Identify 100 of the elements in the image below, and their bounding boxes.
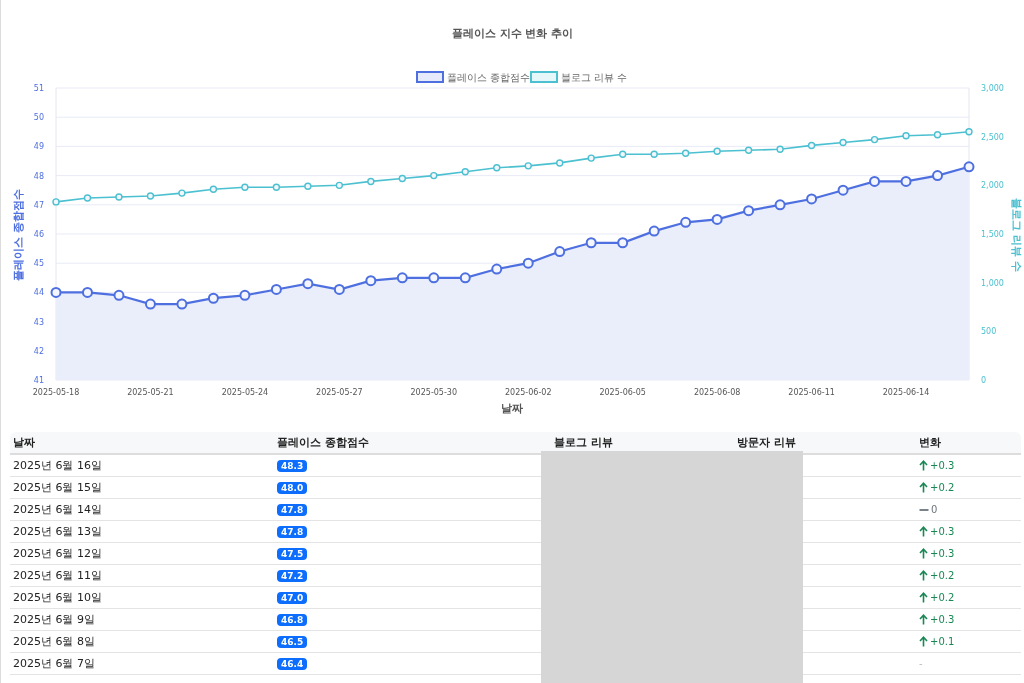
axis-label: 41: [33, 376, 44, 385]
axis-label: 46: [33, 230, 44, 239]
point: [270, 283, 282, 295]
point: [398, 174, 407, 183]
axis-label: 43: [33, 317, 44, 327]
score-badge: 47.5: [277, 547, 308, 560]
axis-label: 2025-05-21: [127, 388, 174, 397]
point: [806, 193, 818, 205]
point: [618, 150, 627, 158]
point: [524, 162, 532, 170]
axis-label: 42: [33, 346, 44, 356]
axis-label: 2025-06-14: [882, 388, 930, 397]
up-arrow-icon: [919, 592, 928, 603]
change-value: +0.2: [930, 482, 955, 493]
point: [491, 263, 503, 275]
point: [333, 283, 345, 295]
axis-label: 1,500: [981, 230, 1004, 239]
date-cell-text: 2025년 6월 12일: [12, 546, 103, 561]
change-value: -: [919, 658, 923, 669]
up-arrow-icon: [919, 526, 928, 537]
legend-label[interactable]: 블로그 리뷰 수: [561, 72, 628, 83]
axis-title: 블로그 리뷰 수: [1010, 198, 1023, 272]
point: [367, 177, 375, 186]
legend-label[interactable]: 플레이스 종합점수: [447, 72, 531, 83]
point: [81, 286, 93, 298]
point: [870, 135, 879, 144]
axis-label: 51: [33, 84, 44, 93]
point: [430, 171, 438, 180]
axis-label: 2025-05-18: [32, 388, 80, 397]
score-badge: 47.8: [277, 525, 308, 538]
date-cell-text: 2025년 6월 10일: [12, 590, 103, 605]
change-value: +0.3: [930, 548, 955, 559]
point: [428, 272, 440, 284]
up-arrow-icon: [919, 636, 928, 647]
axis-title: 날짜: [501, 402, 523, 415]
score-badge: 48.0: [277, 481, 308, 494]
column-header: 방문자 리뷰: [736, 435, 797, 450]
axis-label: 2025-06-02: [505, 388, 552, 397]
date-cell-text: 2025년 6월 11일: [12, 568, 103, 583]
up-arrow-icon: [919, 548, 928, 559]
score-badge: 46.8: [277, 613, 308, 626]
point: [587, 154, 595, 162]
axis-label: 45: [33, 259, 44, 269]
point: [304, 182, 312, 191]
date-cell-text: 2025년 6월 16일: [12, 458, 103, 473]
point: [839, 138, 847, 147]
point: [963, 161, 975, 173]
point: [744, 146, 753, 154]
date-cell-text: 2025년 6월 8일: [12, 634, 96, 649]
point: [932, 170, 944, 182]
point: [207, 292, 219, 304]
point: [585, 237, 597, 249]
point: [554, 246, 566, 258]
change-value: +0.3: [930, 614, 955, 625]
axis-label: 44: [33, 288, 44, 298]
axis-label: 47: [33, 200, 44, 210]
score-badge: 47.8: [277, 503, 308, 516]
date-cell-text: 2025년 6월 13일: [12, 524, 103, 539]
column-header: 플레이스 종합점수: [276, 435, 370, 450]
point: [900, 175, 912, 187]
point: [209, 185, 218, 193]
axis-label: 2025-06-08: [693, 388, 741, 397]
change-value: +0.2: [930, 570, 955, 581]
point: [302, 278, 314, 290]
axis-label: 49: [33, 142, 44, 152]
column-header: 블로그 리뷰: [553, 435, 614, 450]
date-cell-text: 2025년 6월 14일: [12, 502, 103, 517]
point: [837, 184, 849, 196]
point: [461, 168, 469, 176]
point: [617, 237, 629, 249]
axis-title: 플레이스 종합점수: [12, 189, 25, 281]
score-badge: 46.5: [277, 635, 308, 648]
point: [146, 192, 155, 200]
point: [711, 213, 723, 225]
point: [776, 145, 784, 154]
chart-title: 플레이스 지수 변화 추이: [451, 25, 574, 41]
date-cell-text: 2025년 6월 15일: [12, 480, 103, 495]
point: [50, 286, 62, 298]
score-badge: 47.0: [277, 591, 308, 604]
point: [933, 131, 942, 139]
axis-label: 2025-06-05: [599, 388, 646, 397]
date-cell-text: 2025년 6월 7일: [12, 656, 96, 671]
up-arrow-icon: [919, 482, 928, 493]
point: [680, 216, 692, 228]
point: [113, 289, 125, 301]
point: [335, 181, 344, 190]
axis-label: 2025-05-27: [316, 388, 363, 397]
point: [365, 275, 377, 287]
point: [774, 199, 786, 211]
point: [869, 175, 881, 187]
point: [556, 159, 564, 167]
point: [493, 164, 501, 172]
score-badge: 46.4: [277, 657, 308, 670]
axis-label: 1,000: [981, 278, 1004, 288]
axis-label: 0: [981, 376, 987, 385]
score-badge: 47.2: [277, 569, 308, 582]
point: [396, 272, 408, 284]
date-cell-text: 2025년 6월 9일: [12, 612, 96, 627]
up-arrow-icon: [919, 460, 928, 471]
point: [650, 150, 658, 158]
